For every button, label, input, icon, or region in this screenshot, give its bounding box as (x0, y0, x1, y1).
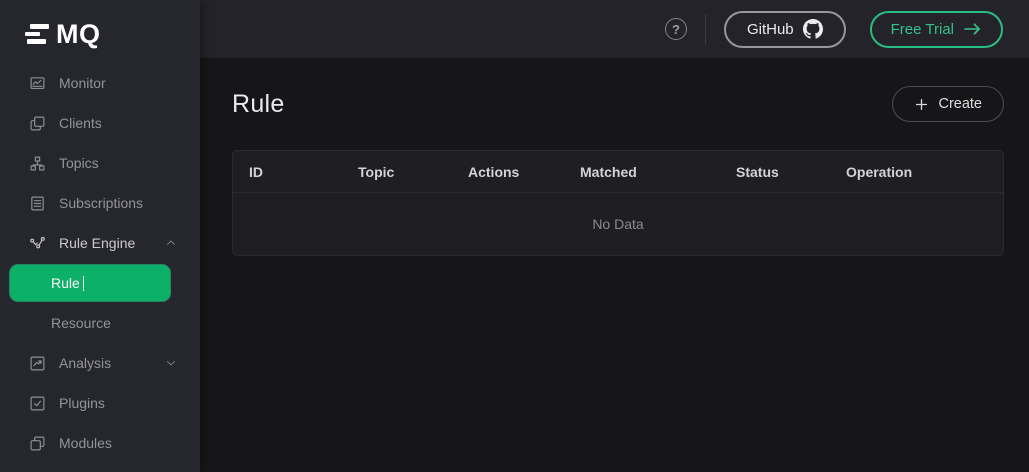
column-header-status: Status (720, 164, 830, 180)
sidebar-item-rule-engine[interactable]: Rule Engine (0, 223, 200, 263)
main-area: ? GitHub Free Trial Rule Create (200, 0, 1029, 472)
rules-table: ID Topic Actions Matched Status Operatio… (232, 150, 1004, 256)
arrow-right-icon (963, 22, 982, 36)
sidebar-item-label: Analysis (59, 355, 111, 371)
column-header-operation: Operation (830, 164, 1003, 180)
sidebar-item-label: Modules (59, 435, 112, 451)
github-button[interactable]: GitHub (724, 11, 846, 48)
topbar: ? GitHub Free Trial (200, 0, 1029, 58)
monitor-icon (29, 75, 46, 92)
submenu-item-label: Rule (51, 275, 80, 291)
submenu-item-rule[interactable]: Rule (10, 265, 170, 301)
modules-icon (29, 435, 46, 452)
table-body: No Data (233, 193, 1003, 255)
sidebar-nav: Monitor Clients Topics Subscriptions (0, 63, 200, 463)
analysis-icon (29, 355, 46, 372)
submenu-item-resource[interactable]: Resource (0, 303, 200, 343)
sidebar-item-label: Plugins (59, 395, 105, 411)
page-header: Rule Create (232, 86, 1004, 122)
github-button-label: GitHub (747, 21, 794, 38)
page-title: Rule (232, 90, 285, 119)
rule-engine-submenu: Rule Resource (0, 265, 200, 343)
chevron-up-icon (165, 237, 177, 249)
free-trial-button[interactable]: Free Trial (870, 11, 1003, 48)
rule-engine-icon (29, 235, 46, 252)
app-root: MQ Monitor Clients Topics (0, 0, 1029, 472)
sidebar-item-label: Monitor (59, 75, 106, 91)
sidebar-item-label: Clients (59, 115, 102, 131)
sidebar-item-analysis[interactable]: Analysis (0, 343, 200, 383)
plugins-icon (29, 395, 46, 412)
sidebar-item-modules[interactable]: Modules (0, 423, 200, 463)
column-header-id: ID (233, 164, 342, 180)
sidebar: MQ Monitor Clients Topics (0, 0, 200, 472)
column-header-matched: Matched (564, 164, 720, 180)
subscriptions-icon (29, 195, 46, 212)
column-header-actions: Actions (452, 164, 564, 180)
clients-icon (29, 115, 46, 132)
table-header-row: ID Topic Actions Matched Status Operatio… (233, 151, 1003, 193)
text-caret (83, 276, 85, 291)
sidebar-item-subscriptions[interactable]: Subscriptions (0, 183, 200, 223)
submenu-item-label: Resource (51, 315, 111, 331)
emq-logo-text: MQ (56, 21, 101, 48)
sidebar-item-monitor[interactable]: Monitor (0, 63, 200, 103)
empty-state-text: No Data (592, 216, 643, 232)
topbar-divider (705, 14, 706, 44)
chevron-down-icon (165, 357, 177, 369)
sidebar-item-label: Rule Engine (59, 235, 135, 251)
github-octocat-icon (803, 19, 823, 39)
sidebar-item-plugins[interactable]: Plugins (0, 383, 200, 423)
sidebar-item-label: Subscriptions (59, 195, 143, 211)
emq-logo-bars-icon (25, 24, 49, 44)
topics-icon (29, 155, 46, 172)
page-content: Rule Create ID Topic Actions Matched Sta… (200, 58, 1029, 472)
sidebar-item-clients[interactable]: Clients (0, 103, 200, 143)
column-header-topic: Topic (342, 164, 452, 180)
plus-icon (914, 97, 929, 112)
free-trial-button-label: Free Trial (891, 21, 954, 38)
sidebar-item-topics[interactable]: Topics (0, 143, 200, 183)
create-button-label: Create (938, 96, 982, 112)
emq-logo[interactable]: MQ (0, 0, 200, 50)
help-icon[interactable]: ? (665, 18, 687, 40)
sidebar-item-label: Topics (59, 155, 99, 171)
create-button[interactable]: Create (892, 86, 1004, 122)
